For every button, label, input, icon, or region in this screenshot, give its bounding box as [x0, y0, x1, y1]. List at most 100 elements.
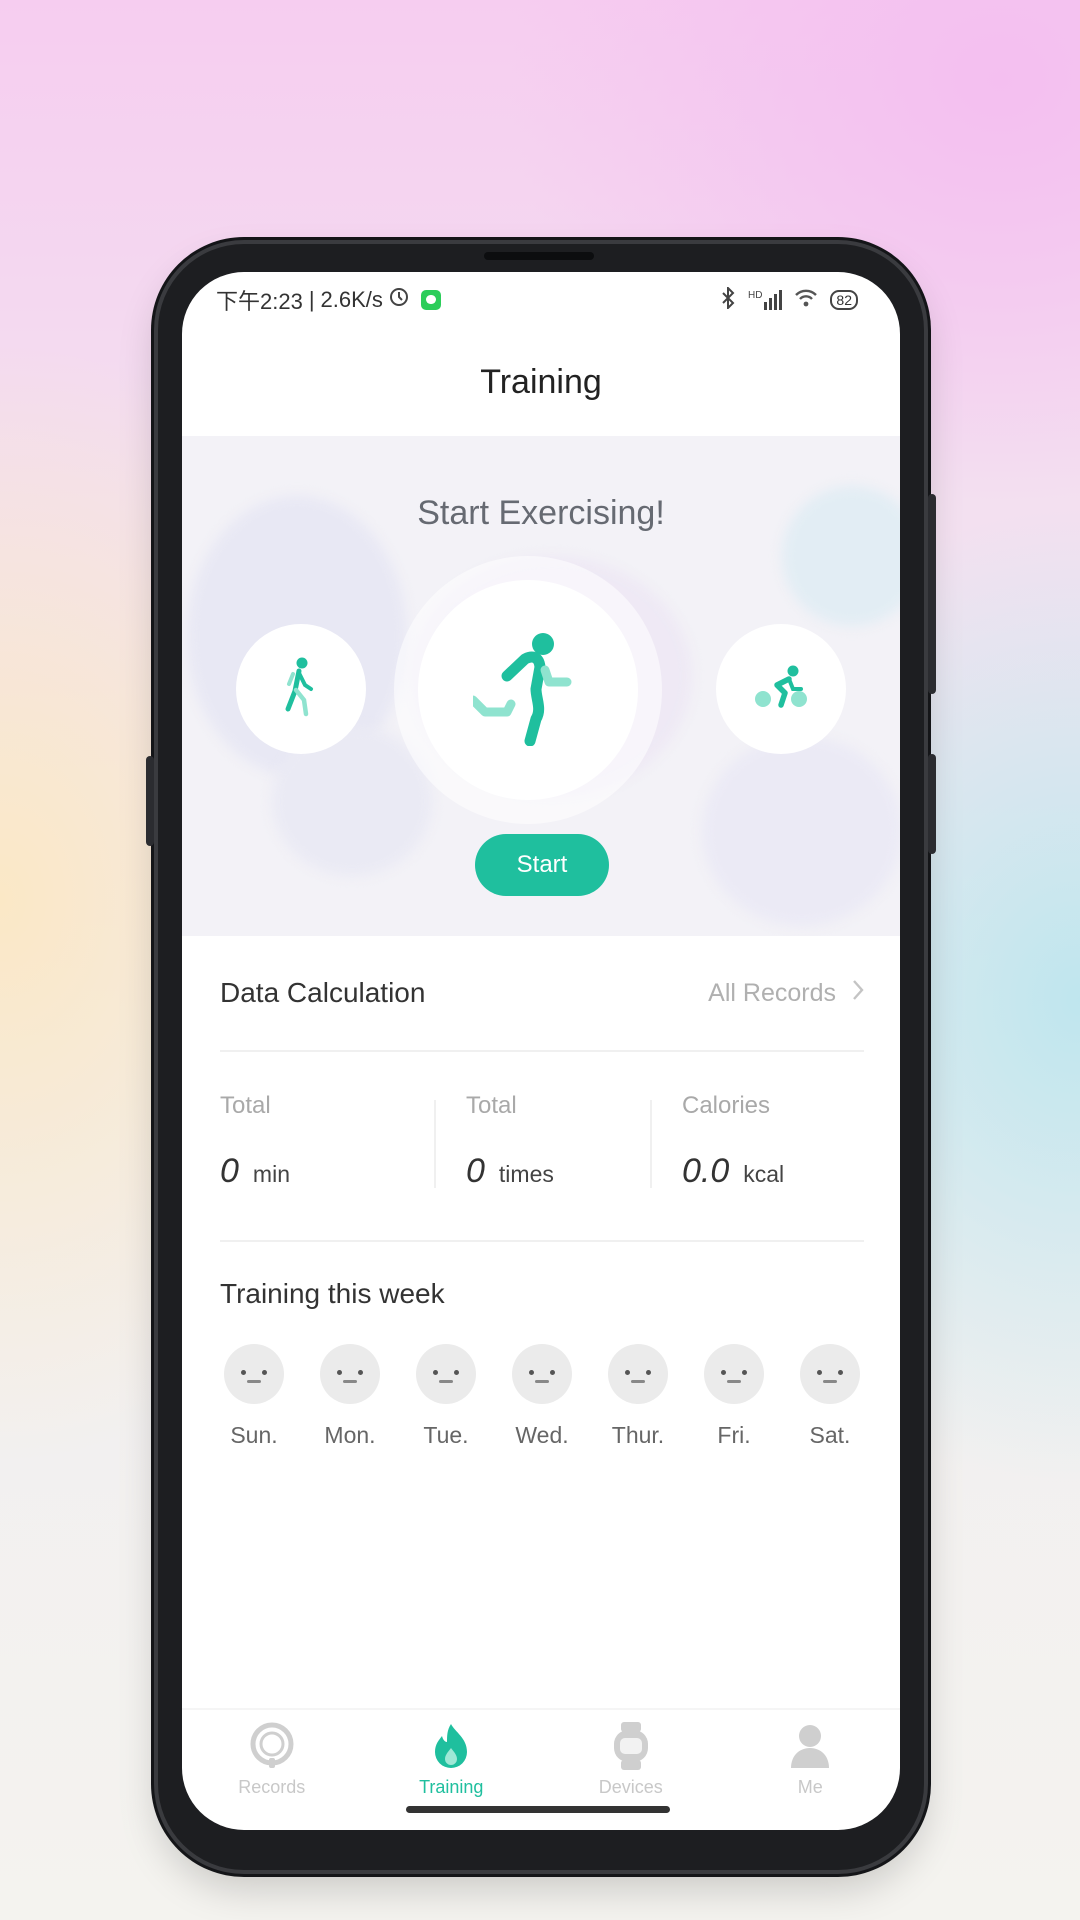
- day-label: Sun.: [230, 1422, 278, 1448]
- sport-cycling[interactable]: [716, 624, 846, 754]
- network-speed: 2.6K/s: [320, 287, 383, 312]
- running-icon: [468, 630, 583, 751]
- walking-icon: [279, 656, 323, 723]
- stat-unit: times: [498, 1161, 554, 1187]
- face-mouth: [535, 1380, 549, 1383]
- alarm-clock-icon: [389, 287, 409, 313]
- day-label: Sat.: [809, 1422, 851, 1448]
- page-title: Training: [480, 362, 602, 401]
- face-eye: [529, 1370, 534, 1375]
- home-indicator[interactable]: [406, 1806, 670, 1813]
- face-eye: [241, 1370, 246, 1375]
- all-records-link[interactable]: All Records: [708, 979, 864, 1008]
- stat-unit: min: [252, 1161, 290, 1187]
- face-eye: [358, 1370, 363, 1375]
- week-day[interactable]: Sat.: [796, 1344, 864, 1449]
- data-calculation-header: Data Calculation All Records: [220, 936, 864, 1052]
- week-day[interactable]: Mon.: [316, 1344, 384, 1449]
- signal-hd-label: HD: [747, 290, 763, 301]
- hero-title: Start Exercising!: [417, 494, 665, 532]
- stat-total-times: Total 0 times: [436, 1052, 650, 1240]
- day-label: Mon.: [324, 1422, 376, 1448]
- neutral-face-icon: [416, 1344, 476, 1404]
- bluetooth-icon: [720, 285, 736, 314]
- face-mouth: [727, 1380, 741, 1383]
- day-label: Thur.: [611, 1422, 665, 1448]
- face-mouth: [343, 1380, 357, 1383]
- status-separator: |: [308, 287, 315, 312]
- person-icon: [789, 1722, 831, 1775]
- face-mouth: [823, 1380, 837, 1383]
- watch-icon: [611, 1722, 651, 1775]
- tab-me[interactable]: Me: [721, 1710, 901, 1830]
- stat-unit: kcal: [743, 1161, 785, 1187]
- face-eye: [550, 1370, 555, 1375]
- earpiece-speaker: [484, 252, 594, 260]
- status-bar: 下午2:23 | 2.6K/s HD 82: [182, 272, 900, 328]
- face-mouth: [439, 1380, 453, 1383]
- app-screen: 下午2:23 | 2.6K/s HD 82 Training Start Exe…: [182, 272, 900, 1830]
- sport-walking[interactable]: [236, 624, 366, 754]
- stat-value: 0: [466, 1152, 485, 1190]
- week-title: Training this week: [220, 1278, 445, 1309]
- records-icon: [248, 1722, 296, 1775]
- neutral-face-icon: [608, 1344, 668, 1404]
- exercise-hero: Start Exercising! Start: [182, 436, 900, 936]
- volume-button: [146, 756, 154, 846]
- week-day[interactable]: Thur.: [604, 1344, 672, 1449]
- decor-blob: [702, 736, 900, 926]
- battery-indicator: 82: [830, 290, 858, 310]
- week-days: Sun. Mon. Tue. Wed. Thur. Fri. Sat.: [220, 1344, 864, 1449]
- neutral-face-icon: [512, 1344, 572, 1404]
- stat-value: 0: [220, 1152, 239, 1190]
- face-eye: [625, 1370, 630, 1375]
- face-eye: [337, 1370, 342, 1375]
- stats-row: Total 0 min Total 0 times Calories 0.0 k…: [220, 1052, 864, 1242]
- face-eye: [721, 1370, 726, 1375]
- stat-total-minutes: Total 0 min: [220, 1052, 434, 1240]
- tab-label: Me: [797, 1777, 823, 1797]
- face-eye: [646, 1370, 651, 1375]
- face-eye: [433, 1370, 438, 1375]
- week-day[interactable]: Wed.: [508, 1344, 576, 1449]
- sport-running[interactable]: [418, 580, 638, 800]
- side-button: [928, 754, 936, 854]
- tab-label: Devices: [598, 1777, 663, 1797]
- tab-label: Training: [419, 1777, 484, 1797]
- face-eye: [838, 1370, 843, 1375]
- neutral-face-icon: [704, 1344, 764, 1404]
- face-mouth: [247, 1380, 261, 1383]
- power-button: [928, 494, 936, 694]
- day-label: Fri.: [717, 1422, 751, 1448]
- cycling-icon: [753, 665, 809, 714]
- cellular-signal-icon: HD: [747, 290, 783, 310]
- face-mouth: [631, 1380, 645, 1383]
- neutral-face-icon: [224, 1344, 284, 1404]
- section-title: Data Calculation: [220, 977, 426, 1008]
- stat-value: 0.0: [682, 1152, 730, 1190]
- phone-frame: 下午2:23 | 2.6K/s HD 82 Training Start Exe…: [146, 244, 936, 1870]
- tab-label: Records: [238, 1777, 306, 1797]
- week-day[interactable]: Tue.: [412, 1344, 480, 1449]
- stat-calories: Calories 0.0 kcal: [652, 1052, 784, 1240]
- neutral-face-icon: [320, 1344, 380, 1404]
- week-day[interactable]: Sun.: [220, 1344, 288, 1449]
- face-eye: [742, 1370, 747, 1375]
- all-records-label: All Records: [708, 978, 836, 1007]
- start-button[interactable]: Start: [475, 834, 609, 896]
- stat-label: Total: [466, 1092, 517, 1119]
- week-day[interactable]: Fri.: [700, 1344, 768, 1449]
- chevron-right-icon: [852, 979, 864, 1008]
- face-eye: [817, 1370, 822, 1375]
- stat-label: Total: [220, 1092, 271, 1119]
- data-calculation-section: Data Calculation All Records Total 0 min: [220, 936, 864, 1449]
- day-label: Wed.: [515, 1422, 569, 1448]
- wifi-icon: [794, 288, 818, 313]
- day-label: Tue.: [423, 1422, 469, 1448]
- face-eye: [262, 1370, 267, 1375]
- messaging-app-icon: [420, 290, 441, 310]
- flame-icon: [429, 1722, 473, 1775]
- stat-label: Calories: [682, 1092, 771, 1119]
- tab-records[interactable]: Records: [182, 1710, 362, 1830]
- neutral-face-icon: [800, 1344, 860, 1404]
